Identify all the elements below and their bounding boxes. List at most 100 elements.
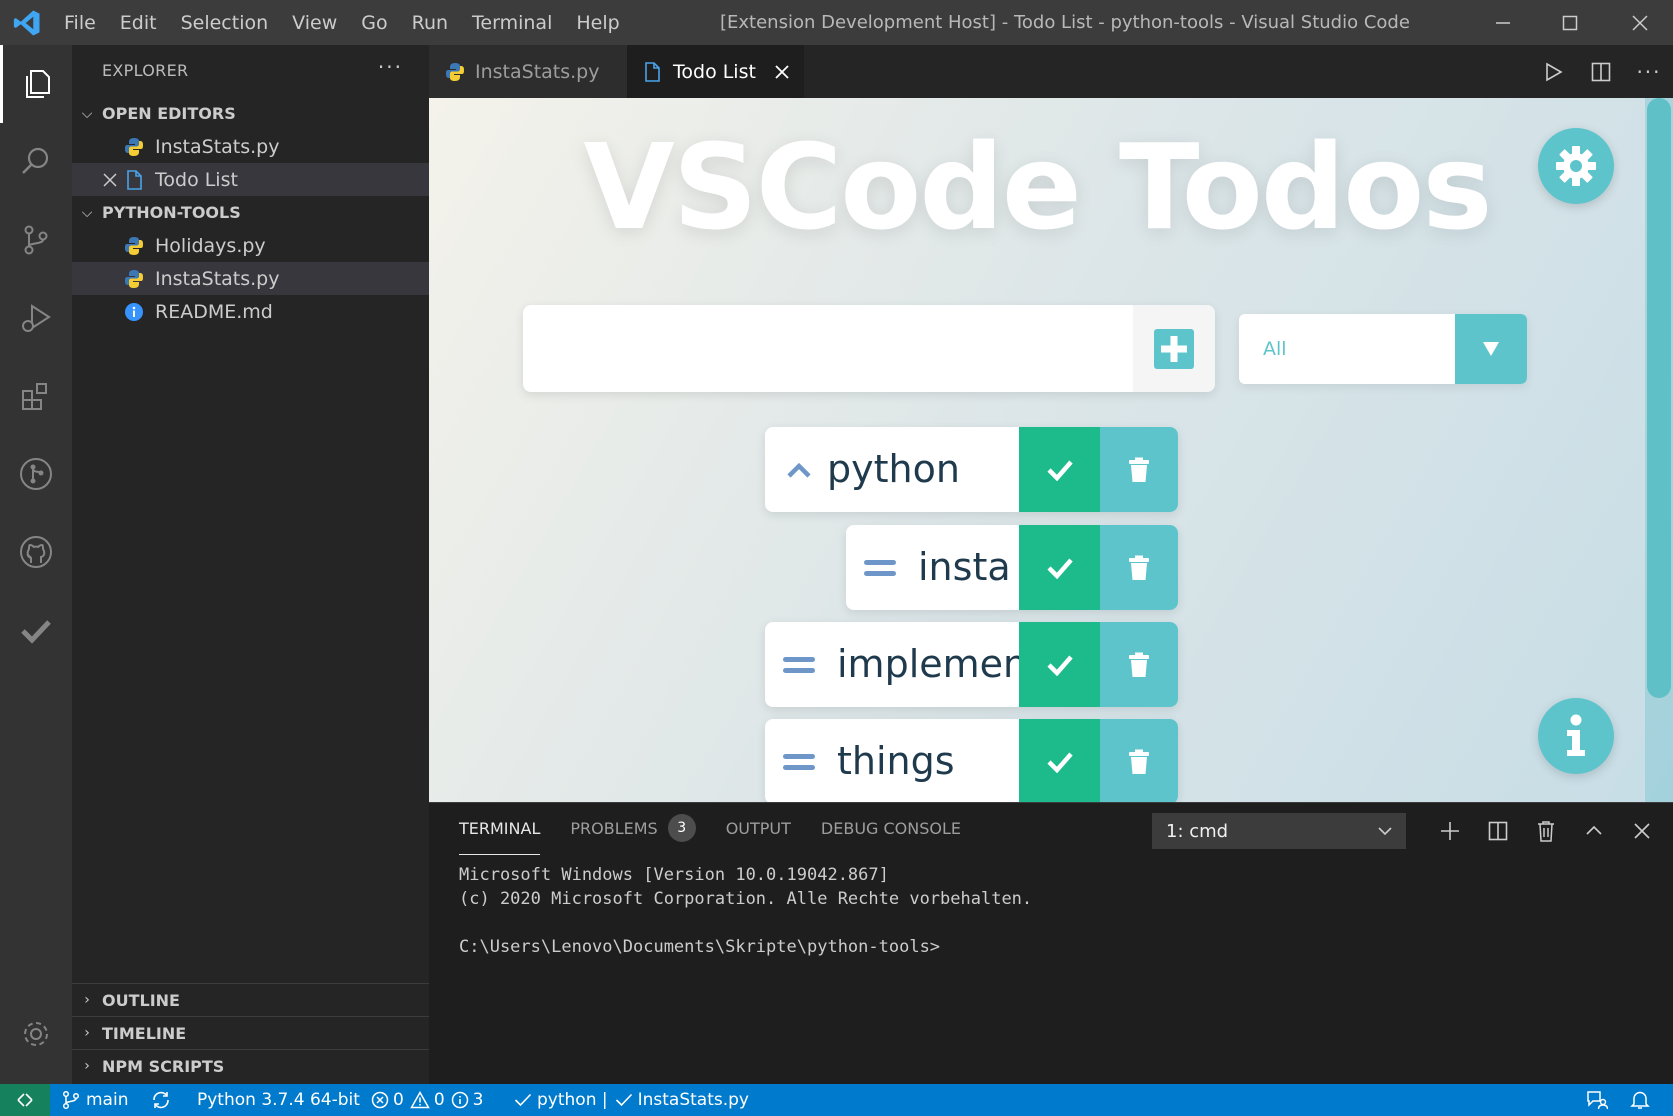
tab-label: Todo List: [673, 60, 756, 83]
complete-todo-button[interactable]: [1019, 427, 1100, 512]
warnings-count: 0: [433, 1090, 445, 1110]
webview-scrollbar[interactable]: [1645, 98, 1673, 802]
add-todo-button[interactable]: [1133, 305, 1215, 392]
close-panel-icon[interactable]: [1618, 813, 1666, 849]
timeline-section[interactable]: › TIMELINE: [72, 1016, 429, 1049]
minimize-button[interactable]: [1473, 0, 1533, 45]
tab-debug-console[interactable]: DEBUG CONSOLE: [821, 819, 961, 855]
menu-edit[interactable]: Edit: [120, 12, 157, 34]
gear-icon: [1556, 146, 1596, 186]
npm-scripts-section[interactable]: › NPM SCRIPTS: [72, 1049, 429, 1082]
tab-instastats[interactable]: InstaStats.py: [429, 45, 627, 98]
tab-todo-list[interactable]: Todo List: [627, 45, 804, 98]
terminal-select[interactable]: 1: cmd: [1152, 813, 1406, 849]
new-terminal-icon[interactable]: [1426, 813, 1474, 849]
delete-todo-button[interactable]: [1100, 525, 1178, 610]
drag-handle-icon[interactable]: [860, 525, 900, 610]
explorer-activity[interactable]: [0, 45, 72, 123]
explorer-sidebar: EXPLORER ··· ⌵ OPEN EDITORS InstaStats.p…: [72, 45, 429, 1084]
bell-icon: [1630, 1091, 1650, 1109]
tab-label: DEBUG CONSOLE: [820, 819, 962, 838]
menu-selection[interactable]: Selection: [181, 12, 269, 34]
menu-terminal[interactable]: Terminal: [472, 12, 552, 34]
run-icon[interactable]: [1529, 61, 1577, 83]
settings-button[interactable]: [1538, 128, 1614, 204]
problems-status[interactable]: 0 0 3: [371, 1084, 483, 1116]
close-editor-icon[interactable]: [96, 172, 124, 187]
more-actions-icon[interactable]: ···: [1625, 60, 1673, 84]
kill-terminal-icon[interactable]: [1522, 813, 1570, 849]
more-actions-icon[interactable]: ···: [378, 55, 403, 79]
sync-status[interactable]: [150, 1084, 172, 1116]
python-file-icon: [124, 269, 144, 289]
info-icon: [451, 1091, 468, 1109]
close-tab-icon[interactable]: [774, 64, 790, 80]
terminal-prompt: C:\Users\Lenovo\Documents\Skripte\python…: [459, 937, 941, 957]
filter-dropdown-button[interactable]: [1455, 314, 1527, 384]
menu-view[interactable]: View: [292, 12, 337, 34]
remote-button[interactable]: [0, 1084, 50, 1116]
python-interpreter-status[interactable]: Python 3.7.4 64-bit: [197, 1084, 360, 1116]
search-activity[interactable]: [0, 123, 72, 201]
terminal-line: (c) 2020 Microsoft Corporation. Alle Rec…: [459, 889, 1033, 909]
run-debug-activity[interactable]: [0, 279, 72, 357]
todo-activity[interactable]: [0, 591, 72, 669]
complete-todo-button[interactable]: [1019, 622, 1100, 707]
drag-handle-icon[interactable]: [779, 719, 819, 802]
file-label: InstaStats.py: [637, 1090, 749, 1110]
file-readme[interactable]: README.md: [72, 295, 429, 328]
manage-activity[interactable]: [0, 995, 72, 1073]
menu-help[interactable]: Help: [576, 12, 619, 34]
todo-item: insta: [846, 525, 1178, 610]
todo-item: things: [765, 719, 1178, 802]
filter-select[interactable]: All: [1239, 314, 1527, 384]
tab-terminal[interactable]: TERMINAL: [459, 819, 541, 855]
info-button[interactable]: [1538, 698, 1614, 774]
git-graph-activity[interactable]: [0, 435, 72, 513]
menu-file[interactable]: File: [64, 12, 96, 34]
trash-icon: [1129, 555, 1149, 580]
split-terminal-icon[interactable]: [1474, 813, 1522, 849]
outline-section[interactable]: › OUTLINE: [72, 983, 429, 1016]
file-holidays[interactable]: Holidays.py: [72, 229, 429, 262]
open-editors-section[interactable]: ⌵ OPEN EDITORS: [72, 97, 429, 130]
menu-go[interactable]: Go: [361, 12, 387, 34]
open-editor-instastats[interactable]: InstaStats.py: [72, 130, 429, 163]
file-instastats[interactable]: InstaStats.py: [72, 262, 429, 295]
maximize-button[interactable]: [1540, 0, 1600, 45]
scroll-thumb[interactable]: [1647, 98, 1671, 698]
tab-output[interactable]: OUTPUT: [726, 819, 791, 855]
close-icon: [1632, 14, 1648, 31]
collapse-icon[interactable]: [779, 427, 819, 512]
close-window-button[interactable]: [1610, 0, 1670, 45]
lint-status[interactable]: python | InstaStats.py: [514, 1084, 749, 1116]
delete-todo-button[interactable]: [1100, 427, 1178, 512]
extensions-activity[interactable]: [0, 357, 72, 435]
complete-todo-button[interactable]: [1019, 719, 1100, 802]
open-editor-todo-list[interactable]: Todo List: [72, 163, 429, 196]
github-icon: [20, 536, 52, 568]
app-title: VSCode Todos: [583, 118, 1492, 256]
chevron-down-icon: ⌵: [81, 204, 93, 221]
feedback-icon: [1587, 1091, 1608, 1110]
window-title: [Extension Development Host] - Todo List…: [720, 12, 1410, 33]
document-icon: [643, 61, 661, 82]
drag-handle-icon[interactable]: [779, 622, 819, 707]
delete-todo-button[interactable]: [1100, 719, 1178, 802]
delete-todo-button[interactable]: [1100, 622, 1178, 707]
terminal-panel: TERMINAL PROBLEMS 3 OUTPUT DEBUG CONSOLE …: [429, 802, 1673, 1084]
branch-status[interactable]: main: [62, 1084, 128, 1116]
python-tools-section[interactable]: ⌵ PYTHON-TOOLS: [72, 196, 429, 229]
maximize-panel-icon[interactable]: [1570, 813, 1618, 849]
github-activity[interactable]: [0, 513, 72, 591]
terminal-output[interactable]: Microsoft Windows [Version 10.0.19042.86…: [459, 863, 1032, 959]
split-editor-icon[interactable]: [1577, 61, 1625, 83]
new-todo-input[interactable]: [523, 305, 1133, 392]
tab-problems[interactable]: PROBLEMS 3: [570, 814, 696, 855]
notifications-status[interactable]: [1630, 1084, 1650, 1116]
source-control-activity[interactable]: [0, 201, 72, 279]
complete-todo-button[interactable]: [1019, 525, 1100, 610]
menu-run[interactable]: Run: [412, 12, 448, 34]
trash-icon: [1129, 652, 1149, 677]
feedback-status[interactable]: [1586, 1084, 1608, 1116]
